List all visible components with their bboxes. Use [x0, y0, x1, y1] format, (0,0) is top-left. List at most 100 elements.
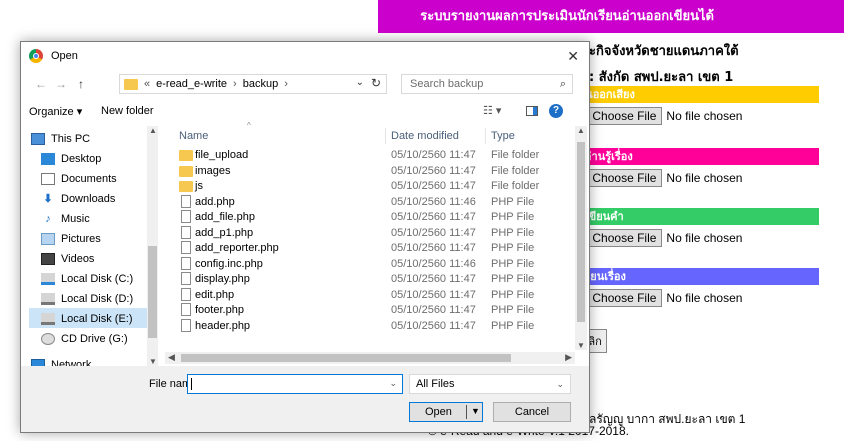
- close-icon[interactable]: ✕: [567, 48, 579, 65]
- page-subtitle-2: : สังกัด สพป.ยะลา เขต 1: [589, 70, 734, 85]
- file-name: images: [195, 164, 231, 177]
- file-date-modified: 05/10/2560 11:46: [391, 257, 476, 270]
- scroll-left-icon[interactable]: ◀: [168, 352, 175, 363]
- sidebar-item-local-disk-e[interactable]: Local Disk (E:): [41, 310, 133, 328]
- file-row[interactable]: header.php 05/10/2560 11:47 PHP File: [165, 318, 569, 334]
- file-type: File folder: [491, 149, 540, 161]
- section-write-story: เขียนเรื่อง: [577, 268, 819, 285]
- back-arrow-icon[interactable]: ←: [33, 77, 49, 91]
- open-button[interactable]: Open ▼: [409, 402, 483, 422]
- scroll-down-icon[interactable]: ▼: [149, 357, 157, 366]
- horizontal-scrollbar[interactable]: ◀ ▶: [165, 352, 575, 364]
- computer-icon: [31, 133, 45, 145]
- sidebar-item-downloads[interactable]: ⬇ Downloads: [41, 190, 115, 208]
- scroll-right-icon[interactable]: ▶: [565, 352, 572, 363]
- upload-row-2: ง Choose File No file chosen: [577, 169, 742, 187]
- chevron-down-icon[interactable]: ⌄: [356, 77, 364, 88]
- file-name: js: [195, 180, 203, 192]
- choose-file-button[interactable]: Choose File: [586, 289, 663, 307]
- file-row[interactable]: footer.php 05/10/2560 11:47 PHP File: [165, 303, 569, 318]
- videos-icon: [41, 253, 55, 265]
- page-subtitle-1: ะกิจจังหวัดชายแดนภาคใต้: [589, 44, 739, 59]
- sidebar-item-local-disk-c[interactable]: Local Disk (C:): [41, 270, 133, 288]
- file-name: add_p1.php: [195, 226, 254, 239]
- file-date-modified: 05/10/2560 11:47: [391, 288, 476, 301]
- breadcrumb-separator-icon: ›: [284, 78, 288, 90]
- section-read-understand: รอ่านรู้เรื่อง: [577, 148, 819, 165]
- cancel-button[interactable]: Cancel: [493, 402, 571, 422]
- file-type: PHP File: [491, 288, 535, 301]
- refresh-icon[interactable]: ↻: [371, 76, 381, 90]
- column-header-type[interactable]: Type: [491, 126, 515, 146]
- file-icon: [181, 272, 191, 285]
- new-folder-button[interactable]: New folder: [101, 105, 154, 117]
- scroll-down-icon[interactable]: ▼: [577, 341, 585, 350]
- column-header-date[interactable]: Date modified: [391, 126, 459, 146]
- breadcrumb-e-read[interactable]: e-read_e-write: [156, 78, 227, 90]
- search-input[interactable]: Search backup ⌕: [401, 74, 573, 94]
- sidebar-item-videos[interactable]: Videos: [41, 250, 94, 268]
- open-dropdown-icon[interactable]: ▼: [471, 406, 480, 416]
- up-arrow-icon[interactable]: ↑: [73, 77, 89, 91]
- chevron-down-icon[interactable]: ⌄: [389, 378, 397, 389]
- file-row[interactable]: images 05/10/2560 11:47 File folder: [165, 164, 569, 179]
- sidebar-item-desktop[interactable]: Desktop: [41, 150, 101, 168]
- section-write-word: รเขียนคำ: [577, 208, 819, 225]
- file-name-input[interactable]: ⌄: [187, 374, 403, 394]
- sidebar-item-pictures[interactable]: Pictures: [41, 230, 101, 248]
- file-type: PHP File: [491, 273, 535, 285]
- sidebar-item-this-pc[interactable]: This PC: [31, 130, 90, 148]
- upload-row-1: ง Choose File No file chosen: [577, 107, 742, 125]
- view-options-icon[interactable]: ☷ ▾: [483, 104, 501, 117]
- address-row: ← → ↑ « e-read_e-write › backup › ⌄ ↻ Se…: [21, 72, 589, 96]
- file-row[interactable]: js 05/10/2560 11:47 File folder: [165, 179, 569, 194]
- sidebar-item-cd-drive-g[interactable]: CD Drive (G:): [41, 330, 128, 348]
- section-read-aloud: ่านออกเสียง: [577, 86, 819, 103]
- file-row[interactable]: display.php 05/10/2560 11:47 PHP File: [165, 272, 569, 287]
- file-row[interactable]: add_reporter.php 05/10/2560 11:47 PHP File: [165, 241, 569, 256]
- scrollbar-thumb[interactable]: [181, 354, 511, 362]
- scroll-up-icon[interactable]: ▲: [577, 126, 585, 135]
- overflow-chevron-icon[interactable]: «: [144, 78, 150, 90]
- file-type-select[interactable]: All Files ⌄: [409, 374, 571, 394]
- file-list-scrollbar[interactable]: ▲ ▼: [575, 126, 587, 350]
- file-row[interactable]: file_upload 05/10/2560 11:47 File folder: [165, 148, 569, 163]
- preview-pane-icon[interactable]: [526, 106, 538, 116]
- file-row[interactable]: config.inc.php 05/10/2560 11:46 PHP File: [165, 256, 569, 272]
- file-row[interactable]: add_file.php 05/10/2560 11:47 PHP File: [165, 210, 569, 225]
- breadcrumb-backup[interactable]: backup: [243, 78, 278, 90]
- choose-file-button[interactable]: Choose File: [586, 169, 663, 187]
- navigation-pane: This PC Desktop Documents ⬇ Downloads ♪ …: [21, 126, 159, 371]
- scrollbar-thumb[interactable]: [148, 246, 157, 338]
- scrollbar-thumb[interactable]: [577, 142, 585, 322]
- sidebar-item-music[interactable]: ♪ Music: [41, 210, 89, 228]
- file-type: PHP File: [491, 242, 535, 254]
- chevron-down-icon: ⌄: [556, 379, 564, 389]
- organize-menu[interactable]: Organize ▾: [29, 105, 82, 118]
- pictures-icon: [41, 233, 55, 245]
- dialog-toolbar: Organize ▾ New folder ☷ ▾ ?: [21, 100, 589, 124]
- file-row[interactable]: edit.php 05/10/2560 11:47 PHP File: [165, 287, 569, 303]
- upload-row-4: ง Choose File No file chosen: [577, 289, 742, 307]
- file-row[interactable]: add.php 05/10/2560 11:46 PHP File: [165, 194, 569, 210]
- no-file-label: No file chosen: [666, 231, 743, 245]
- sidebar-item-documents[interactable]: Documents: [41, 170, 117, 188]
- no-file-label: No file chosen: [666, 171, 743, 185]
- choose-file-button[interactable]: Choose File: [586, 229, 663, 247]
- desktop-icon: [41, 153, 55, 165]
- forward-arrow-icon[interactable]: →: [53, 77, 69, 91]
- address-bar[interactable]: « e-read_e-write › backup › ⌄ ↻: [119, 74, 387, 94]
- sidebar-scrollbar[interactable]: ▲ ▼: [147, 126, 158, 366]
- music-icon: ♪: [45, 213, 51, 225]
- dialog-titlebar[interactable]: Open ✕: [21, 42, 589, 70]
- sidebar-item-local-disk-d[interactable]: Local Disk (D:): [41, 290, 133, 308]
- scroll-up-icon[interactable]: ▲: [149, 126, 157, 135]
- help-icon[interactable]: ?: [549, 104, 563, 118]
- file-name: add.php: [195, 195, 235, 208]
- file-date-modified: 05/10/2560 11:47: [391, 226, 476, 239]
- column-header-name[interactable]: Name: [179, 126, 208, 146]
- file-date-modified: 05/10/2560 11:47: [391, 211, 476, 223]
- choose-file-button[interactable]: Choose File: [586, 107, 663, 125]
- file-row[interactable]: add_p1.php 05/10/2560 11:47 PHP File: [165, 225, 569, 241]
- file-name: edit.php: [195, 288, 235, 301]
